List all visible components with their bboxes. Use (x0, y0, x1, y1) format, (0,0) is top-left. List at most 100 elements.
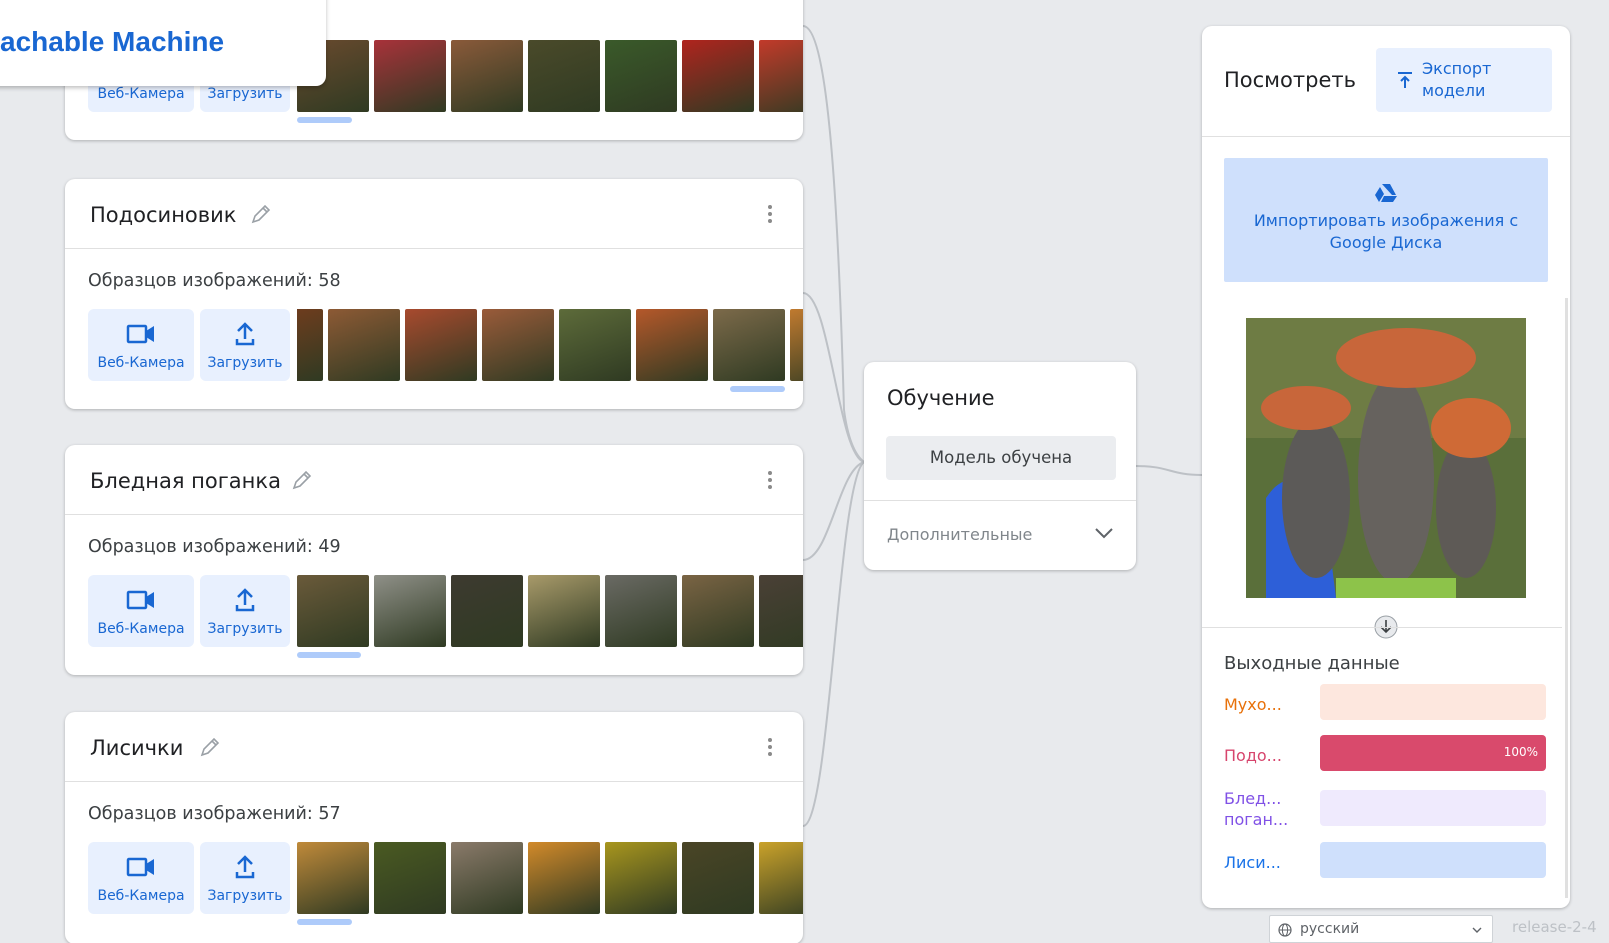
thumbnail-scroll-indicator[interactable] (297, 919, 352, 925)
webcam-button[interactable]: Веб-Камера (88, 842, 194, 914)
thumbnail-image[interactable] (528, 40, 600, 112)
thumbnail-strip[interactable] (297, 842, 803, 914)
import-drive-label: Импортировать изображения с Google Диска (1253, 211, 1519, 252)
thumbnail-scroll-indicator[interactable] (297, 117, 352, 123)
upload-label: Загрузить (207, 888, 283, 904)
thumbnail-image[interactable] (759, 575, 803, 647)
app-header: achable Machine (0, 0, 326, 86)
webcam-label: Веб-Камера (97, 355, 185, 371)
export-label: Экспорт модели (1422, 59, 1492, 100)
sample-count: Образцов изображений: 49 (88, 537, 341, 557)
thumbnail-image[interactable] (759, 40, 803, 112)
class-name[interactable]: Бледная поганка (90, 469, 281, 493)
thumbnail-image[interactable] (297, 575, 369, 647)
thumbnail-image[interactable] (374, 842, 446, 914)
upload-label: Загрузить (207, 621, 283, 637)
class-card: Подосиновик Образцов изображений: 58 Веб… (65, 179, 803, 409)
output-label: Лиси... (1224, 853, 1281, 872)
preview-panel: Посмотреть Экспорт модели Импортировать … (1202, 26, 1570, 908)
sample-count: Образцов изображений: 57 (88, 804, 341, 824)
thumbnail-image[interactable] (328, 309, 400, 381)
thumbnail-image[interactable] (451, 40, 523, 112)
thumbnail-strip[interactable] (297, 309, 803, 381)
thumbnail-image[interactable] (790, 309, 803, 381)
training-title: Обучение (887, 386, 995, 410)
thumbnail-image[interactable] (297, 309, 323, 381)
more-menu-icon[interactable] (767, 205, 773, 227)
thumbnail-image[interactable] (482, 309, 554, 381)
output-bar (1320, 842, 1546, 878)
thumbnail-image[interactable] (682, 842, 754, 914)
output-bar (1320, 684, 1546, 720)
output-row: Блед... поган... (1224, 788, 1554, 829)
thumbnail-image[interactable] (451, 842, 523, 914)
thumbnail-image[interactable] (297, 842, 369, 914)
divider (1202, 627, 1562, 628)
thumbnail-image[interactable] (636, 309, 708, 381)
preview-scrollbar[interactable] (1565, 298, 1568, 898)
upload-label: Загрузить (207, 355, 283, 371)
webcam-label: Веб-Камера (97, 621, 185, 637)
output-label: Блед... поган... (1224, 789, 1289, 829)
thumbnail-image[interactable] (605, 40, 677, 112)
app-logo[interactable]: achable Machine (0, 26, 224, 58)
output-title: Выходные данные (1224, 653, 1400, 674)
webcam-label: Веб-Камера (97, 86, 185, 102)
upload-label: Загрузить (207, 86, 283, 102)
language-select[interactable]: русский (1269, 915, 1493, 943)
class-name[interactable]: Подосиновик (90, 203, 237, 227)
thumbnail-scroll-indicator[interactable] (730, 386, 785, 392)
video-camera-icon (126, 324, 154, 344)
thumbnail-image[interactable] (713, 309, 785, 381)
upload-icon (235, 855, 255, 879)
export-model-button[interactable]: Экспорт модели (1376, 48, 1552, 112)
thumbnail-strip[interactable] (297, 575, 803, 647)
release-version: release-2-4 (1512, 918, 1597, 936)
thumbnail-image[interactable] (528, 575, 600, 647)
edit-pencil-icon[interactable] (291, 469, 313, 491)
output-row: Мухо... (1224, 684, 1554, 734)
video-camera-icon (126, 857, 154, 877)
webcam-button[interactable]: Веб-Камера (88, 309, 194, 381)
train-model-button[interactable]: Модель обучена (886, 436, 1116, 480)
upload-button[interactable]: Загрузить (200, 842, 290, 914)
thumbnail-image[interactable] (374, 40, 446, 112)
class-card: Лисички Образцов изображений: 57 Веб-Кам… (65, 712, 803, 943)
thumbnail-scroll-indicator[interactable] (297, 652, 361, 658)
thumbnail-image[interactable] (451, 575, 523, 647)
divider (1202, 136, 1570, 137)
advanced-toggle[interactable]: Дополнительные (887, 525, 1032, 544)
thumbnail-image[interactable] (759, 842, 803, 914)
thumbnail-image[interactable] (405, 309, 477, 381)
chevron-down-icon[interactable] (1094, 527, 1114, 539)
upload-button[interactable]: Загрузить (200, 309, 290, 381)
output-percent: 100% (1503, 745, 1538, 759)
thumbnail-image[interactable] (559, 309, 631, 381)
upload-button[interactable]: Загрузить (200, 575, 290, 647)
thumbnail-image[interactable] (374, 575, 446, 647)
output-label: Подо... (1224, 746, 1282, 765)
thumbnail-strip[interactable] (297, 40, 803, 112)
import-google-drive-button[interactable]: Импортировать изображения с Google Диска (1224, 158, 1548, 282)
divider (864, 500, 1136, 501)
more-menu-icon[interactable] (767, 738, 773, 760)
output-bar (1320, 790, 1546, 826)
thumbnail-image[interactable] (682, 575, 754, 647)
output-bar: 100% (1320, 735, 1546, 771)
upload-icon (235, 588, 255, 612)
edit-pencil-icon[interactable] (199, 736, 221, 758)
edit-pencil-icon[interactable] (250, 203, 272, 225)
webcam-label: Веб-Камера (97, 888, 185, 904)
thumbnail-image[interactable] (528, 842, 600, 914)
class-name[interactable]: Лисички (90, 736, 183, 760)
thumbnail-image[interactable] (605, 842, 677, 914)
training-panel: Обучение Модель обучена Дополнительные (864, 362, 1136, 570)
thumbnail-image[interactable] (605, 575, 677, 647)
export-icon (1398, 72, 1412, 88)
more-menu-icon[interactable] (767, 471, 773, 493)
thumbnail-image[interactable] (682, 40, 754, 112)
sample-count: Образцов изображений: 58 (88, 271, 341, 291)
webcam-button[interactable]: Веб-Камера (88, 575, 194, 647)
video-camera-icon (126, 590, 154, 610)
chevron-down-icon (1472, 927, 1482, 933)
